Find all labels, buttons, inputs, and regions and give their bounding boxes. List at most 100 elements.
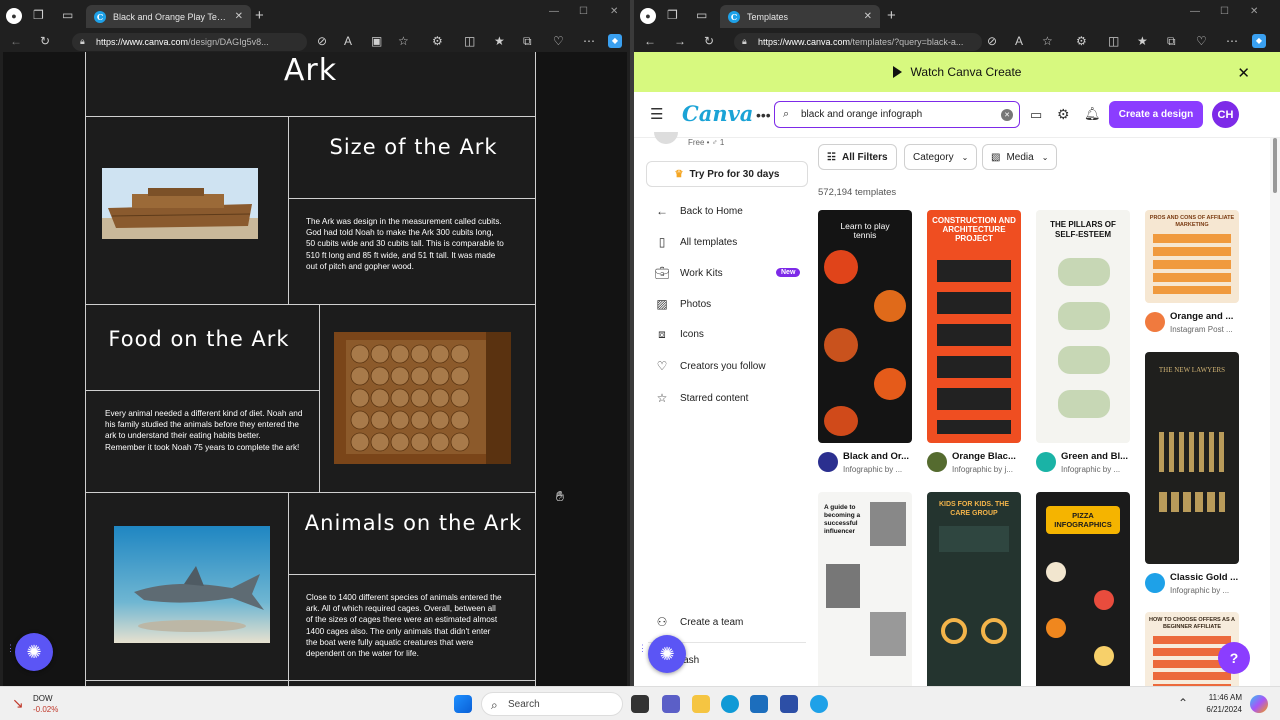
workspaces-icon[interactable]: ❐	[667, 9, 678, 21]
ark-photo[interactable]	[102, 168, 258, 239]
address-bar[interactable]: 🔒︎ https://www.canva.com/design/DAGIg5v8…	[72, 33, 307, 51]
security-icon[interactable]: ⊘	[317, 35, 327, 47]
collections-icon[interactable]: ⧉	[1167, 35, 1176, 47]
tab-actions-icon[interactable]: ▭	[696, 9, 707, 21]
template-title[interactable]: Orange and ...	[1170, 311, 1244, 322]
template-card[interactable]: CONSTRUCTION AND ARCHITECTURE PROJECT	[927, 210, 1021, 443]
menu-icon[interactable]: ☰	[650, 107, 663, 122]
close-tab-icon[interactable]: ✕	[235, 11, 243, 22]
new-tab-icon[interactable]: +	[255, 8, 264, 23]
sidebar-item-starred[interactable]: ☆ Starred content	[654, 390, 749, 406]
performance-icon[interactable]: ♡	[1196, 35, 1207, 47]
back-icon[interactable]: ←	[644, 35, 656, 47]
forward-icon[interactable]: →	[674, 35, 686, 47]
template-title[interactable]: Black and Or...	[843, 451, 917, 462]
taskbar-search[interactable]: ⌕ Search	[481, 692, 623, 716]
scrollbar-thumb[interactable]	[1273, 138, 1277, 193]
create-design-button[interactable]: Create a design	[1109, 101, 1203, 128]
stock-name[interactable]: DOW	[33, 694, 53, 703]
template-card[interactable]: PIZZA INFOGRAPHICS	[1036, 492, 1130, 686]
close-window-icon[interactable]: ✕	[1250, 6, 1258, 17]
favorite-icon[interactable]: ☆	[398, 35, 409, 47]
favorites-icon[interactable]: ★	[494, 35, 505, 47]
section-text-animals[interactable]: Close to 1400 different species of anima…	[306, 592, 504, 659]
close-tab-icon[interactable]: ✕	[864, 11, 872, 22]
sidebar-item-back-home[interactable]: ← Back to Home	[654, 203, 743, 219]
bell-icon[interactable]: 🔔︎	[1084, 107, 1101, 120]
search-input[interactable]: ⌕ black and orange infograph ✕	[774, 101, 1020, 128]
tab-actions-icon[interactable]: ▭	[62, 9, 73, 21]
try-pro-button[interactable]: ♛ Try Pro for 30 days	[646, 161, 808, 187]
all-filters-button[interactable]: ☷ All Filters	[818, 144, 897, 170]
settings-icon[interactable]: ⚙	[1057, 107, 1070, 121]
extensions-icon[interactable]: ⚙	[1076, 35, 1087, 47]
canva-logo[interactable]: Canva	[682, 101, 753, 126]
windows-start-icon[interactable]	[454, 695, 472, 713]
file-explorer-icon[interactable]	[692, 695, 710, 713]
profile-icon[interactable]: ●	[6, 8, 22, 24]
sidebar-item-creators[interactable]: ♡ Creators you follow	[654, 358, 766, 374]
section-text-food[interactable]: Every animal needed a different kind of …	[105, 408, 303, 453]
clear-search-icon[interactable]: ✕	[1001, 109, 1013, 121]
minimize-icon[interactable]: —	[549, 6, 559, 17]
sidebar-item-all-templates[interactable]: ▯ All templates	[654, 234, 738, 250]
sidebar-item-create-team[interactable]: ⚇ Create a team	[654, 614, 744, 630]
template-card[interactable]: THE NEW LAWYERS	[1145, 352, 1239, 564]
category-dropdown[interactable]: Category ⌄	[904, 144, 978, 170]
close-banner-icon[interactable]: ✕	[1237, 64, 1250, 82]
more-icon[interactable]: ⋯	[583, 35, 595, 47]
maximize-icon[interactable]: ☐	[1220, 6, 1229, 17]
template-title[interactable]: Classic Gold ...	[1170, 572, 1244, 583]
template-card[interactable]: A guide to becoming a successful influen…	[818, 492, 912, 686]
template-title[interactable]: Orange Blac...	[952, 451, 1026, 462]
sidebar-item-work-kits[interactable]: 💼︎ Work Kits	[654, 265, 722, 281]
tab-templates[interactable]: C Templates ✕	[720, 5, 880, 28]
drag-handle-icon[interactable]: ⋮	[638, 644, 647, 658]
workspaces-icon[interactable]: ❐	[33, 9, 44, 21]
template-card[interactable]: PROS AND CONS OF AFFILIATE MARKETING	[1145, 210, 1239, 303]
more-icon[interactable]: ⋯	[1226, 35, 1238, 47]
read-aloud-icon[interactable]: A	[344, 35, 352, 47]
store-icon[interactable]	[750, 695, 768, 713]
split-screen-icon[interactable]: ◫	[1108, 35, 1119, 47]
app-icon[interactable]	[780, 695, 798, 713]
page-scrollbar[interactable]	[1270, 138, 1280, 686]
magic-assistant-button[interactable]: ✺	[648, 635, 686, 673]
task-view-icon[interactable]	[631, 695, 649, 713]
shark-photo[interactable]	[114, 526, 270, 643]
more-options-icon[interactable]: •••	[756, 108, 771, 122]
food-storage-photo[interactable]	[334, 332, 511, 464]
split-screen-icon[interactable]: ◫	[464, 35, 475, 47]
avatar[interactable]: CH	[1212, 101, 1239, 128]
address-bar[interactable]: 🔒︎ https://www.canva.com/templates/?quer…	[734, 33, 982, 51]
section-title-food[interactable]: Food on the Ark	[91, 328, 307, 350]
performance-icon[interactable]: ♡	[553, 35, 564, 47]
maximize-icon[interactable]: ☐	[579, 6, 588, 17]
section-title-animals[interactable]: Animals on the Ark	[295, 512, 532, 534]
copilot-icon[interactable]: ◆	[1252, 34, 1266, 48]
sidebar-item-photos[interactable]: ▨ Photos	[654, 296, 711, 312]
new-tab-icon[interactable]: +	[887, 8, 896, 23]
canva-app-icon[interactable]	[810, 695, 828, 713]
media-dropdown[interactable]: ▧ Media ⌄	[982, 144, 1058, 170]
section-title-size[interactable]: Size of the Ark	[295, 136, 532, 158]
teams-icon[interactable]	[662, 695, 680, 713]
collections-icon[interactable]: ⧉	[523, 35, 532, 47]
app-icon[interactable]: ▣	[371, 35, 382, 47]
monitor-icon[interactable]: ▭	[1030, 108, 1042, 121]
template-title[interactable]: Green and Bl...	[1061, 451, 1135, 462]
sidebar-item-icons[interactable]: ⧈ Icons	[654, 326, 704, 342]
help-button[interactable]: ?	[1218, 642, 1250, 674]
back-icon[interactable]: ←	[10, 35, 22, 47]
security-icon[interactable]: ⊘	[987, 35, 997, 47]
copilot-taskbar-icon[interactable]	[1250, 695, 1268, 713]
template-card[interactable]: THE PILLARS OF SELF-ESTEEM	[1036, 210, 1130, 443]
template-card[interactable]: Learn to play tennis	[818, 210, 912, 443]
favorite-icon[interactable]: ☆	[1042, 35, 1053, 47]
doc-title[interactable]: Ark	[85, 56, 536, 86]
edge-icon[interactable]	[721, 695, 739, 713]
read-aloud-icon[interactable]: A	[1015, 35, 1023, 47]
tab-design[interactable]: C Black and Orange Play Tennis Mo ✕	[86, 5, 251, 28]
reload-icon[interactable]: ↻	[704, 35, 714, 47]
section-text-size[interactable]: The Ark was design in the measurement ca…	[306, 216, 504, 272]
